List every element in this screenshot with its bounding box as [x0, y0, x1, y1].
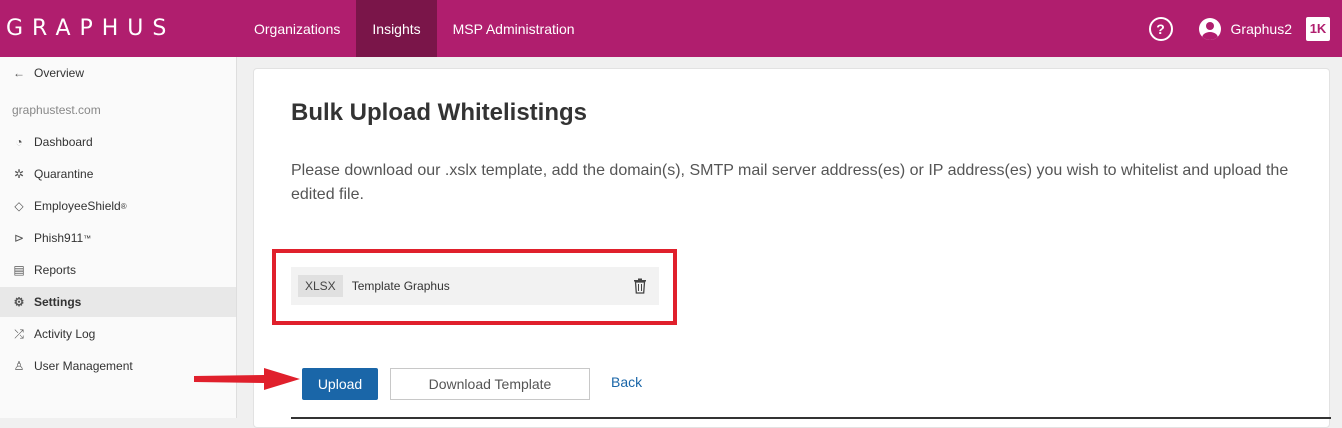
- help-icon[interactable]: ?: [1148, 16, 1173, 41]
- user-menu[interactable]: Graphus2: [1198, 17, 1292, 40]
- sidebar-item-settings[interactable]: ⚙ Settings: [0, 287, 236, 317]
- sidebar-item-label: Settings: [34, 295, 82, 309]
- sidebar-item-reports[interactable]: ▤ Reports: [0, 255, 236, 285]
- arrow-left-icon: ←: [13, 66, 25, 80]
- instructions-text: Please download our .xslx template, add …: [291, 162, 1289, 203]
- main-nav: Organizations Insights MSP Administratio…: [238, 0, 591, 57]
- sidebar-item-label: Reports: [34, 263, 77, 277]
- sidebar-item-quarantine[interactable]: ✲ Quarantine: [0, 159, 236, 189]
- trademark-mark: ™: [83, 233, 92, 243]
- nav-insights[interactable]: Insights: [356, 0, 437, 57]
- file-name: Template Graphus: [351, 279, 450, 293]
- avatar-icon: [1198, 17, 1221, 40]
- sidebar-item-label: Dashboard: [34, 135, 93, 149]
- sidebar-item-label: User Management: [34, 359, 133, 373]
- topbar-actions: ? Graphus2 1K: [1148, 0, 1342, 57]
- red-arrow-annotation-icon: [194, 368, 300, 390]
- fish-icon: ⊳: [13, 231, 25, 245]
- sidebar-back-overview[interactable]: ← Overview: [0, 58, 236, 88]
- sidebar-item-label: EmployeeShield: [34, 199, 121, 213]
- sidebar-item-employeeshield[interactable]: ◇ EmployeeShield ®: [0, 191, 236, 221]
- shield-icon: ◇: [14, 199, 24, 213]
- top-navigation-bar: GRAPHUS Organizations Insights MSP Admin…: [0, 0, 1342, 57]
- graphus-logo[interactable]: GRAPHUS: [6, 10, 175, 46]
- shuffle-icon: ⤮: [14, 326, 24, 341]
- sidebar-item-phish911[interactable]: ⊳ Phish911 ™: [0, 223, 236, 253]
- report-icon: ▤: [13, 263, 25, 277]
- upload-button[interactable]: Upload: [302, 368, 378, 400]
- sidebar-item-label: Quarantine: [34, 167, 94, 181]
- uploaded-file-highlight: XLSX Template Graphus: [272, 249, 677, 325]
- back-link[interactable]: Back: [611, 374, 642, 390]
- sidebar-item-activity-log[interactable]: ⤮ Activity Log: [0, 319, 236, 349]
- nav-organizations[interactable]: Organizations: [238, 0, 356, 57]
- virus-icon: ✲: [13, 167, 25, 181]
- logo-text: GRAPHUS: [6, 15, 176, 41]
- download-template-button[interactable]: Download Template: [390, 368, 590, 400]
- nav-msp-administration[interactable]: MSP Administration: [437, 0, 591, 57]
- sidebar-item-label: Phish911: [34, 231, 84, 245]
- sidebar-item-label: Activity Log: [34, 327, 96, 341]
- registered-mark: ®: [120, 201, 127, 211]
- trash-icon[interactable]: [633, 278, 647, 294]
- file-type-badge: XLSX: [298, 275, 343, 297]
- gear-icon: ⚙: [13, 295, 25, 309]
- sidebar-item-dashboard[interactable]: ◔ Dashboard: [0, 127, 236, 157]
- gauge-icon: ◔: [15, 135, 23, 149]
- sidebar: ← Overview graphustest.com ◔ Dashboard ✲…: [0, 57, 237, 418]
- brand-badge-icon[interactable]: 1K: [1306, 16, 1330, 41]
- uploaded-file-row: XLSX Template Graphus: [291, 267, 659, 305]
- bulk-upload-card: Bulk Upload Whitelistings Please downloa…: [253, 68, 1331, 428]
- divider: [291, 417, 1331, 419]
- sidebar-item-label: Overview: [34, 66, 85, 80]
- page-title: Bulk Upload Whitelistings: [291, 99, 588, 126]
- user-name: Graphus2: [1230, 20, 1292, 37]
- sidebar-org-name: graphustest.com: [12, 103, 101, 117]
- user-icon: ♙: [13, 359, 25, 373]
